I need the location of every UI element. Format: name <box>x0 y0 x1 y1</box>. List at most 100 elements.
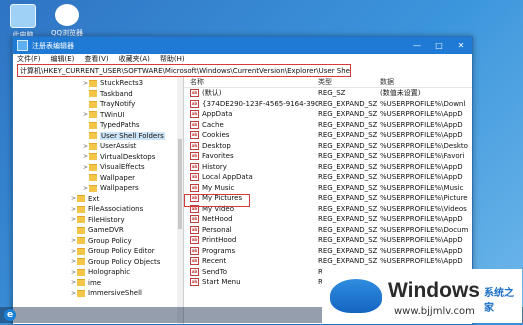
tree-item-label: FileAssociations <box>88 205 144 214</box>
tree-item[interactable]: Wallpaper <box>83 173 135 184</box>
value-name-cell: ab My Music <box>184 183 318 192</box>
value-name: Cache <box>202 120 224 129</box>
folder-icon <box>89 132 97 140</box>
tree-scrollbar[interactable] <box>177 77 183 324</box>
tree-item[interactable]: > Group Policy Editor <box>71 246 155 257</box>
value-name-cell: ab Programs <box>184 246 318 255</box>
tree-item-label: TrayNotify <box>100 100 136 109</box>
tree-item[interactable]: > Group Policy Objects <box>71 257 160 268</box>
tree-item[interactable]: > Wallpapers <box>83 183 139 194</box>
header-name[interactable]: 名称 <box>184 77 318 87</box>
tree-item-label: VirtualDesktops <box>100 152 156 161</box>
value-row[interactable]: ab NetHood REG_EXPAND_SZ %USERPROFILE%\AppD <box>184 214 472 225</box>
value-row[interactable]: ab Local AppData REG_EXPAND_SZ %USERPROFILE… <box>184 172 472 183</box>
watermark-brand: Windows <box>388 279 480 302</box>
value-data: %USERPROFILE%\Docum <box>380 225 469 234</box>
value-name: PrintHood <box>202 236 237 245</box>
value-name: Local AppData <box>202 173 253 182</box>
value-row[interactable]: ab Cache REG_EXPAND_SZ %USERPROFILE%\AppD <box>184 120 472 131</box>
this-pc-desktop-icon[interactable]: 此电脑 <box>2 4 44 40</box>
folder-icon <box>89 100 97 108</box>
value-row[interactable]: ab (默认) REG_SZ (数值未设置) <box>184 88 472 99</box>
tree-item[interactable]: TypedPaths <box>83 120 140 131</box>
value-name-cell: ab Local AppData <box>184 173 318 182</box>
folder-icon <box>77 279 85 287</box>
tree-item[interactable]: GameDVR <box>71 225 124 236</box>
value-name-cell: ab Personal <box>184 225 318 234</box>
tree-item[interactable]: > StuckRects3 <box>83 78 143 89</box>
menu-help[interactable]: 帮助(H) <box>160 54 185 64</box>
folder-icon <box>77 268 85 276</box>
value-row[interactable]: ab My Music REG_EXPAND_SZ %USERPROFILE%\Mus… <box>184 183 472 194</box>
folder-icon <box>77 258 85 266</box>
close-button[interactable]: ✕ <box>450 37 472 54</box>
value-name: AppData <box>202 110 233 119</box>
value-row[interactable]: ab Cookies REG_EXPAND_SZ %USERPROFILE%\AppD <box>184 130 472 141</box>
menu-file[interactable]: 文件(F) <box>17 54 41 64</box>
tree-item[interactable]: > Holographic <box>71 267 130 278</box>
value-data: %USERPROFILE%\AppD <box>380 162 463 171</box>
value-row[interactable]: ab Programs REG_EXPAND_SZ %USERPROFILE%\App… <box>184 246 472 257</box>
scrollbar-thumb[interactable] <box>178 139 182 229</box>
value-name-cell: ab Start Menu <box>184 278 318 287</box>
folder-icon <box>89 111 97 119</box>
value-type: REG_EXPAND_SZ <box>318 99 378 108</box>
value-row[interactable]: ab History REG_EXPAND_SZ %USERPROFILE%\AppD <box>184 162 472 173</box>
tree-item-label: Holographic <box>88 268 131 277</box>
value-row[interactable]: ab Desktop REG_EXPAND_SZ %USERPROFILE%\Desk… <box>184 141 472 152</box>
value-name: (默认) <box>202 89 222 98</box>
value-row[interactable]: ab Personal REG_EXPAND_SZ %USERPROFILE%\Doc… <box>184 225 472 236</box>
tree-item-label: UserAssist <box>100 142 137 151</box>
header-type[interactable]: 类型 <box>318 77 380 87</box>
value-row[interactable]: ab Favorites REG_EXPAND_SZ %USERPROFILE%\Fa… <box>184 151 472 162</box>
maximize-button[interactable]: □ <box>428 37 450 54</box>
title-bar[interactable]: 注册表编辑器 — □ ✕ <box>13 37 472 54</box>
value-type: REG_EXPAND_SZ <box>318 173 378 182</box>
tree-item[interactable]: > UserAssist <box>83 141 136 152</box>
value-name: Recent <box>202 257 227 266</box>
value-type: REG_EXPAND_SZ <box>318 257 378 266</box>
folder-icon <box>77 216 85 224</box>
tree-item[interactable]: TrayNotify <box>83 99 135 110</box>
string-value-icon: ab <box>190 236 199 245</box>
tree-item[interactable]: > TWinUI <box>83 110 125 121</box>
tree-item[interactable]: > FileHistory <box>71 215 125 226</box>
address-bar[interactable]: 计算机\HKEY_CURRENT_USER\SOFTWARE\Microsoft… <box>17 64 351 77</box>
value-name: Programs <box>202 246 236 255</box>
folder-icon <box>77 226 85 234</box>
tree-item[interactable]: User Shell Folders <box>83 131 165 142</box>
tree-item[interactable]: > ImmersiveShell <box>71 288 142 299</box>
minimize-button[interactable]: — <box>406 37 428 54</box>
folder-icon <box>89 79 97 87</box>
value-type: REG_EXPAND_SZ <box>318 152 378 161</box>
value-type: REG_SZ <box>318 89 346 98</box>
value-row[interactable]: ab AppData REG_EXPAND_SZ %USERPROFILE%\AppD <box>184 109 472 120</box>
header-data[interactable]: 数据 <box>380 77 472 87</box>
value-name-cell: ab Favorites <box>184 152 318 161</box>
tree-item[interactable]: > VisualEffects <box>83 162 145 173</box>
edge-icon[interactable]: e <box>4 309 16 321</box>
tree-item[interactable]: > Ext <box>71 194 99 205</box>
value-row[interactable]: ab Recent REG_EXPAND_SZ %USERPROFILE%\AppD <box>184 256 472 267</box>
value-row[interactable]: ab PrintHood REG_EXPAND_SZ %USERPROFILE%\Ap… <box>184 235 472 246</box>
tree-item[interactable]: > VirtualDesktops <box>83 152 155 163</box>
menu-view[interactable]: 查看(V) <box>84 54 108 64</box>
tree-item[interactable]: > ime <box>71 278 101 289</box>
tree-item-label: Wallpaper <box>100 173 136 182</box>
string-value-icon: ab <box>190 183 199 192</box>
watermark: Windows 系统之家 www.bjjmlv.com <box>322 269 522 323</box>
tree-item[interactable]: Taskband <box>83 89 133 100</box>
menu-favorites[interactable]: 收藏夹(A) <box>119 54 150 64</box>
value-row[interactable]: ab{374DE290-123F-4565-9164-39C4925...REG… <box>184 99 472 110</box>
value-name: Start Menu <box>202 278 241 287</box>
string-value-icon: ab <box>190 110 199 119</box>
tree-item[interactable]: > FileAssociations <box>71 204 143 215</box>
value-name-cell: ab{374DE290-123F-4565-9164-39C4925... <box>184 99 318 108</box>
value-name-cell: ab PrintHood <box>184 236 318 245</box>
qq-browser-desktop-icon[interactable]: QQ浏览器 <box>46 4 88 38</box>
tree-item[interactable]: > Group Policy <box>71 236 132 247</box>
value-type: REG_EXPAND_SZ <box>318 110 378 119</box>
menu-edit[interactable]: 编辑(E) <box>51 54 75 64</box>
value-type: REG_EXPAND_SZ <box>318 141 378 150</box>
value-data: %USERPROFILE%\AppD <box>380 236 463 245</box>
